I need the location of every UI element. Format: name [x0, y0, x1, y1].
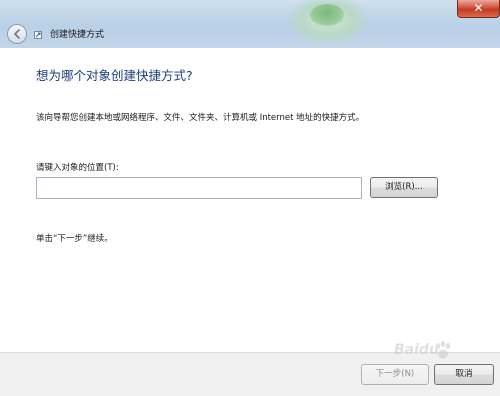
continue-hint: 单击“下一步”继续。	[36, 234, 113, 244]
next-button[interactable]: 下一步(N)	[361, 364, 429, 385]
page-heading: 想为哪个对象创建快捷方式?	[36, 68, 193, 83]
back-arrow-icon	[14, 29, 20, 39]
browse-button[interactable]: 浏览(R)...	[370, 177, 438, 198]
background-blob	[310, 4, 344, 26]
window-title: 创建快捷方式	[50, 30, 105, 40]
baidu-watermark: Baidu	[394, 341, 498, 364]
cancel-button[interactable]: 取消	[434, 364, 494, 385]
shortcut-wizard-icon	[34, 31, 42, 39]
background-blur	[288, 0, 368, 44]
location-label: 请键入对象的位置(T):	[36, 163, 119, 173]
title-bar: ✕ 创建快捷方式	[0, 0, 500, 48]
baidu-paw-icon	[435, 341, 451, 359]
create-shortcut-window: ✕ 创建快捷方式 想为哪个对象创建快捷方式? 该向导帮您创建本地或网络程序、文件…	[0, 0, 500, 396]
back-button[interactable]	[7, 24, 27, 44]
wizard-content: 想为哪个对象创建快捷方式? 该向导帮您创建本地或网络程序、文件、文件夹、计算机或…	[0, 48, 500, 362]
page-description: 该向导帮您创建本地或网络程序、文件、文件夹、计算机或 Internet 地址的快…	[36, 113, 365, 123]
location-input[interactable]	[36, 177, 362, 199]
close-icon: ✕	[473, 1, 484, 15]
close-button[interactable]: ✕	[457, 0, 500, 18]
